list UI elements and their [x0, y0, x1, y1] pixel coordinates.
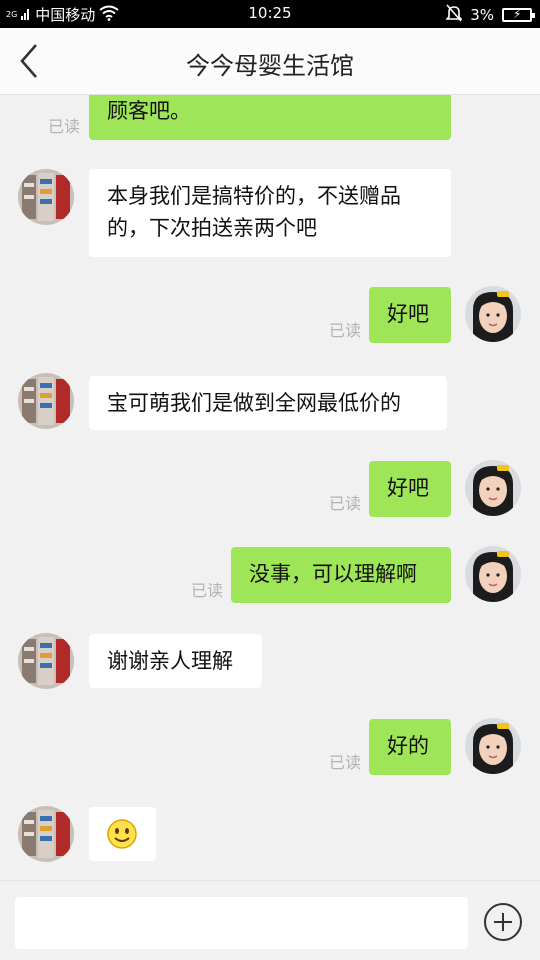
message-bubble[interactable]: 好吧	[369, 461, 451, 517]
read-receipt: 已读	[329, 753, 362, 772]
message-list[interactable]: 已读 顾客吧。 本身我们是搞特价的，不送赠品的，下次拍送亲两个吧 已读 好吧 宝…	[0, 95, 540, 880]
chat-title: 今今母婴生活馆	[186, 52, 354, 80]
girl-avatar-icon	[465, 546, 521, 602]
status-bar: 2G 中国移动 10:25 3% ⚡	[0, 0, 540, 28]
read-receipt: 已读	[48, 117, 81, 136]
user-avatar[interactable]	[465, 546, 521, 602]
message-bubble[interactable]: 本身我们是搞特价的，不送赠品的，下次拍送亲两个吧	[89, 169, 451, 257]
user-avatar[interactable]	[465, 718, 521, 774]
read-receipt: 已读	[191, 581, 224, 600]
battery-percent: 3%	[470, 6, 494, 24]
girl-avatar-icon	[465, 460, 521, 516]
read-receipt: 已读	[329, 321, 362, 340]
message-bubble[interactable]: 宝可萌我们是做到全网最低价的	[89, 376, 447, 430]
read-receipt: 已读	[329, 494, 362, 513]
girl-avatar-icon	[465, 286, 521, 342]
shop-shelf-avatar-icon	[18, 373, 74, 429]
message-bubble[interactable]: 谢谢亲人理解	[89, 634, 262, 688]
battery-icon: ⚡	[502, 7, 535, 22]
shop-avatar[interactable]	[18, 373, 74, 429]
user-avatar[interactable]	[465, 286, 521, 342]
message-bubble[interactable]: 没事，可以理解啊	[231, 547, 451, 603]
message-input[interactable]	[15, 897, 468, 949]
shop-avatar[interactable]	[18, 806, 74, 862]
chat-header: 今今母婴生活馆	[0, 28, 540, 95]
plus-icon[interactable]	[484, 903, 522, 941]
shop-shelf-avatar-icon	[18, 169, 74, 225]
girl-avatar-icon	[465, 718, 521, 774]
message-bubble[interactable]: 好的	[369, 719, 451, 775]
message-bubble[interactable]: 顾客吧。	[89, 95, 451, 140]
message-bubble[interactable]	[89, 807, 156, 861]
shop-shelf-avatar-icon	[18, 633, 74, 689]
user-avatar[interactable]	[465, 460, 521, 516]
smiley-face-icon	[107, 819, 137, 849]
shop-avatar[interactable]	[18, 633, 74, 689]
message-bubble[interactable]: 好吧	[369, 287, 451, 343]
bell-mute-icon	[445, 4, 464, 26]
input-bar	[0, 880, 540, 960]
shop-shelf-avatar-icon	[18, 806, 74, 862]
shop-avatar[interactable]	[18, 169, 74, 225]
